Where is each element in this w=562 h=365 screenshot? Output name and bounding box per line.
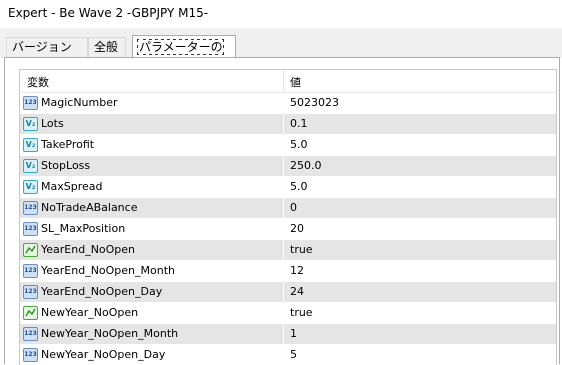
parameter-name: NewYear_NoOpen: [41, 306, 139, 319]
parameter-value[interactable]: 250.0: [290, 159, 322, 172]
parameter-name: YearEnd_NoOpen_Month: [41, 264, 176, 277]
table-header: 変数 値: [20, 70, 556, 93]
parameter-name: MagicNumber: [41, 96, 118, 109]
column-divider[interactable]: [283, 70, 284, 92]
cell-divider: [283, 156, 284, 176]
parameter-value[interactable]: 20: [290, 222, 304, 235]
parameters-table: 変数 値 MagicNumber 5023023 Lots 0.1 TakeProfit…: [19, 69, 557, 365]
variable-column-header[interactable]: 変数: [27, 74, 49, 90]
table-row[interactable]: NewYear_NoOpen_Month 1: [20, 324, 556, 345]
parameter-value[interactable]: 1: [290, 327, 297, 340]
parameter-value[interactable]: 12: [290, 264, 304, 277]
table-row[interactable]: YearEnd_NoOpen true: [20, 240, 556, 261]
cell-divider: [283, 324, 284, 344]
parameter-name: NewYear_NoOpen_Day: [41, 348, 166, 361]
window-title: Expert - Be Wave 2 -GBPJPY M15-: [8, 6, 209, 20]
cell-divider: [283, 177, 284, 197]
cell-divider: [283, 303, 284, 323]
cell-divider: [283, 240, 284, 260]
parameter-value[interactable]: 5: [290, 348, 297, 361]
parameter-name: YearEnd_NoOpen_Day: [41, 285, 163, 298]
parameter-name: Lots: [41, 117, 64, 130]
table-row[interactable]: YearEnd_NoOpen_Month 12: [20, 261, 556, 282]
tab-bar: バージョン情報 全般 パラメーターの入力: [0, 28, 562, 77]
table-row[interactable]: NewYear_NoOpen true: [20, 303, 556, 324]
table-row[interactable]: SL_MaxPosition 20: [20, 219, 556, 240]
parameter-value[interactable]: true: [290, 243, 313, 256]
integer-icon: [23, 222, 38, 236]
double-icon: [23, 159, 38, 173]
parameter-value[interactable]: 5.0: [290, 138, 308, 151]
parameter-value[interactable]: true: [290, 306, 313, 319]
cell-divider: [283, 261, 284, 281]
boolean-icon: [23, 306, 38, 320]
integer-icon: [23, 201, 38, 215]
cell-divider: [283, 345, 284, 365]
cell-divider: [283, 135, 284, 155]
integer-icon: [23, 348, 38, 362]
cell-divider: [283, 219, 284, 239]
cell-divider: [283, 282, 284, 302]
double-icon: [23, 180, 38, 194]
parameter-value[interactable]: 0: [290, 201, 297, 214]
parameter-name: NoTradeABalance: [41, 201, 138, 214]
parameter-name: SL_MaxPosition: [41, 222, 126, 235]
boolean-icon: [23, 243, 38, 257]
table-row[interactable]: StopLoss 250.0: [20, 156, 556, 177]
parameter-value[interactable]: 24: [290, 285, 304, 298]
table-row[interactable]: TakeProfit 5.0: [20, 135, 556, 156]
integer-icon: [23, 285, 38, 299]
parameter-name: MaxSpread: [41, 180, 103, 193]
table-row[interactable]: MaxSpread 5.0: [20, 177, 556, 198]
cell-divider: [283, 114, 284, 134]
parameter-value[interactable]: 5023023: [290, 96, 339, 109]
parameter-name: NewYear_NoOpen_Month: [41, 327, 179, 340]
table-body: MagicNumber 5023023 Lots 0.1 TakeProfit 5.0 St…: [20, 93, 556, 365]
value-column-header[interactable]: 値: [290, 74, 301, 90]
parameters-panel: 変数 値 MagicNumber 5023023 Lots 0.1 TakeProfit…: [4, 57, 560, 365]
tab-general[interactable]: 全般: [88, 37, 126, 57]
cell-divider: [283, 93, 284, 113]
parameter-value[interactable]: 5.0: [290, 180, 308, 193]
parameter-name: TakeProfit: [41, 138, 95, 151]
table-row[interactable]: MagicNumber 5023023: [20, 93, 556, 114]
parameter-name: StopLoss: [41, 159, 91, 172]
cell-divider: [283, 198, 284, 218]
table-row[interactable]: NoTradeABalance 0: [20, 198, 556, 219]
table-row[interactable]: NewYear_NoOpen_Day 5: [20, 345, 556, 365]
parameter-name: YearEnd_NoOpen: [41, 243, 136, 256]
tab-input-parameters[interactable]: パラメーターの入力: [132, 35, 236, 77]
tab-version-info[interactable]: バージョン情報: [6, 37, 88, 73]
double-icon: [23, 117, 38, 131]
title-bar: Expert - Be Wave 2 -GBPJPY M15-: [0, 0, 562, 28]
double-icon: [23, 138, 38, 152]
integer-icon: [23, 327, 38, 341]
integer-icon: [23, 264, 38, 278]
table-row[interactable]: Lots 0.1: [20, 114, 556, 135]
table-row[interactable]: YearEnd_NoOpen_Day 24: [20, 282, 556, 303]
tab-label: 全般: [94, 40, 119, 54]
parameter-value[interactable]: 0.1: [290, 117, 308, 130]
integer-icon: [23, 96, 38, 110]
